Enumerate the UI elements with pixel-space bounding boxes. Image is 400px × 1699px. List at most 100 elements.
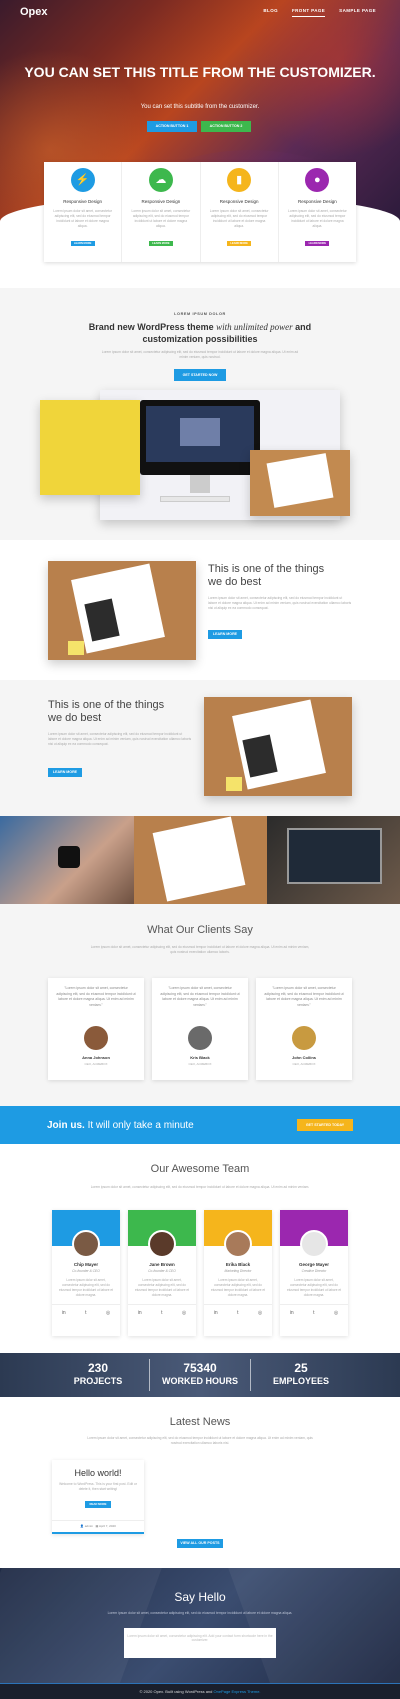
post-excerpt: Welcome to WordPress. This is your first… <box>59 1482 137 1491</box>
contact-box-text: Lorem ipsum dolor sit amet, consectetur … <box>127 1634 273 1642</box>
dribbble-icon[interactable]: ◎ <box>258 1310 262 1316</box>
feature-card: ● Responsive Design Lorem ipsum dolor si… <box>279 162 356 262</box>
cloud-icon: ☁ <box>148 168 173 192</box>
news-title: Latest News <box>169 1416 231 1428</box>
user-icon: ● <box>305 168 330 192</box>
stat-label: EMPLOYEES <box>272 1376 329 1386</box>
learn-more-button[interactable]: LEARN MORE <box>227 241 252 246</box>
member-desc: Lorem ipsum dolor sit amet, consectetur … <box>286 1278 342 1297</box>
hero-title: YOU CAN SET THIS TITLE FROM THE CUSTOMIZ… <box>24 64 376 80</box>
contact-subtitle: Lorem ipsum dolor sit amet, consectetur … <box>107 1611 293 1615</box>
member-name: Chip Mayer <box>73 1262 99 1267</box>
features-panel: ⚡ Responsive Design Lorem ipsum dolor si… <box>44 162 356 262</box>
avatar <box>188 1026 212 1050</box>
news-card: Hello world! Welcome to WordPress. This … <box>52 1460 144 1534</box>
feature-card: ▮ Responsive Design Lorem ipsum dolor si… <box>201 162 279 262</box>
linkedin-icon[interactable]: in <box>138 1310 142 1316</box>
team-member-card: George Mayer Creative Director Lorem ips… <box>280 1210 348 1336</box>
twitter-icon[interactable]: t <box>313 1310 314 1316</box>
get-started-today-button[interactable]: GET STARTED TODAY <box>297 1119 353 1131</box>
row1-learn-more-button[interactable]: LEARN MORE <box>208 630 242 639</box>
row2-learn-more-button[interactable]: LEARN MORE <box>48 768 82 777</box>
hero-subtitle: You can set this subtitle from the custo… <box>140 104 260 110</box>
learn-more-button[interactable]: LEARN MORE <box>70 241 95 246</box>
twitter-icon[interactable]: t <box>85 1310 86 1316</box>
feature-title: Responsive Design <box>141 199 181 204</box>
read-more-button[interactable]: READ MORE <box>85 1501 111 1508</box>
linkedin-icon[interactable]: in <box>62 1310 66 1316</box>
linkedin-icon[interactable]: in <box>290 1310 294 1316</box>
view-all-posts-button[interactable]: VIEW ALL OUR POSTS <box>177 1539 223 1548</box>
user-icon: 👤 <box>80 1524 84 1528</box>
desk-photo <box>134 816 267 904</box>
learn-more-button[interactable]: LEARN MORE <box>148 241 173 246</box>
avatar <box>84 1026 108 1050</box>
nav-item-front-page[interactable]: FRONT PAGE <box>292 8 326 17</box>
feature-card: ⚡ Responsive Design Lorem ipsum dolor si… <box>44 162 123 262</box>
testimonial-card: "Lorem ipsum dolor sit amet, consectetur… <box>152 978 248 1080</box>
feature-title: Responsive Design <box>297 199 337 204</box>
testimonial-role: CEO, ACMEBOX <box>84 1062 108 1066</box>
action-button-1[interactable]: ACTION BUTTON 1 <box>147 121 197 132</box>
dribbble-icon[interactable]: ◎ <box>106 1310 110 1316</box>
main-nav: BLOG FRONT PAGE SAMPLE PAGE <box>263 8 376 17</box>
news-subtitle: Lorem ipsum dolor sit amet, consectetur … <box>87 1436 313 1445</box>
twitter-icon[interactable]: t <box>161 1310 162 1316</box>
stats-bar: 230 PROJECTS 75340 WORKED HOURS 25 EMPLO… <box>0 1353 400 1397</box>
testimonial-card: "Lorem ipsum dolor sit amet, consectetur… <box>48 978 144 1080</box>
member-role: Co-founder & CEO <box>148 1269 176 1273</box>
footer-text: © 2020 Opex. Built using WordPress and <box>139 1689 214 1694</box>
stat-label: PROJECTS <box>73 1376 123 1386</box>
page: Opex BLOG FRONT PAGE SAMPLE PAGE YOU CAN… <box>0 0 400 1699</box>
member-name: Erika Black <box>225 1262 251 1267</box>
post-author[interactable]: admin <box>85 1524 93 1528</box>
avatar <box>300 1230 328 1258</box>
testimonial-role: CEO, ACMEBOX <box>188 1062 212 1066</box>
calendar-icon: ▦ <box>95 1524 99 1528</box>
stat-employees: 25 EMPLOYEES <box>246 1361 356 1386</box>
stat-number: 230 <box>87 1361 109 1375</box>
action-button-2[interactable]: ACTION BUTTON 2 <box>201 121 251 132</box>
testimonial-quote: "Lorem ipsum dolor sit amet, consectetur… <box>264 986 344 1007</box>
avatar <box>148 1230 176 1258</box>
intro-headline: Brand new WordPress theme with unlimited… <box>88 322 312 344</box>
content-image-2 <box>204 697 352 796</box>
dribbble-icon[interactable]: ◎ <box>182 1310 186 1316</box>
stat-worked-hours: 75340 WORKED HOURS <box>145 1361 255 1386</box>
feature-desc: Lorem ipsum dolor sit amet, consectetur … <box>288 209 347 228</box>
clients-subtitle: Lorem ipsum dolor sit amet, consectetur … <box>90 945 310 954</box>
team-member-card: Jane Brown Co-founder & CEO Lorem ipsum … <box>128 1210 196 1336</box>
testimonial-role: CEO, ACMEBOX <box>292 1062 316 1066</box>
linkedin-icon[interactable]: in <box>214 1310 218 1316</box>
get-started-button[interactable]: GET STARTED NOW <box>174 369 226 381</box>
feature-title: Responsive Design <box>63 199 103 204</box>
twitter-icon[interactable]: t <box>237 1310 238 1316</box>
contact-title: Say Hello <box>174 1590 226 1604</box>
learn-more-button[interactable]: LEARN MORE <box>305 241 330 246</box>
stat-number: 25 <box>294 1361 308 1375</box>
footer-theme-link[interactable]: OnePage Express Theme. <box>213 1689 260 1694</box>
intro-text: Lorem ipsum dolor sit amet, consectetur … <box>101 350 299 359</box>
site-logo[interactable]: Opex <box>20 6 48 18</box>
post-date: April 7, 2020 <box>98 1524 116 1528</box>
footer: © 2020 Opex. Built using WordPress and O… <box>0 1683 400 1699</box>
member-name: Jane Brown <box>149 1262 175 1267</box>
testimonial-quote: "Lorem ipsum dolor sit amet, consectetur… <box>56 986 136 1007</box>
team-member-card: Erika Black Marketing Director Lorem ips… <box>204 1210 272 1336</box>
join-bold: Join us. <box>47 1120 85 1131</box>
member-role: Co-founder & CEO <box>72 1269 100 1273</box>
laptop-photo <box>267 816 400 904</box>
nav-item-blog[interactable]: BLOG <box>263 8 278 17</box>
member-name: George Mayer <box>298 1262 329 1267</box>
nav-item-sample-page[interactable]: SAMPLE PAGE <box>339 8 376 17</box>
feature-card: ☁ Responsive Design Lorem ipsum dolor si… <box>122 162 201 262</box>
post-title[interactable]: Hello world! <box>52 1468 144 1478</box>
feature-title: Responsive Design <box>219 199 259 204</box>
testimonial-name: John Collins <box>292 1055 316 1060</box>
dribbble-icon[interactable]: ◎ <box>334 1310 338 1316</box>
contact-form-box[interactable]: Lorem ipsum dolor sit amet, consectetur … <box>124 1628 276 1658</box>
stat-projects: 230 PROJECTS <box>43 1361 153 1386</box>
devices-image <box>40 390 350 520</box>
row1-text: Lorem ipsum dolor sit amet, consectetur … <box>208 596 352 610</box>
testimonial-name: Anna Johnson <box>82 1055 110 1060</box>
